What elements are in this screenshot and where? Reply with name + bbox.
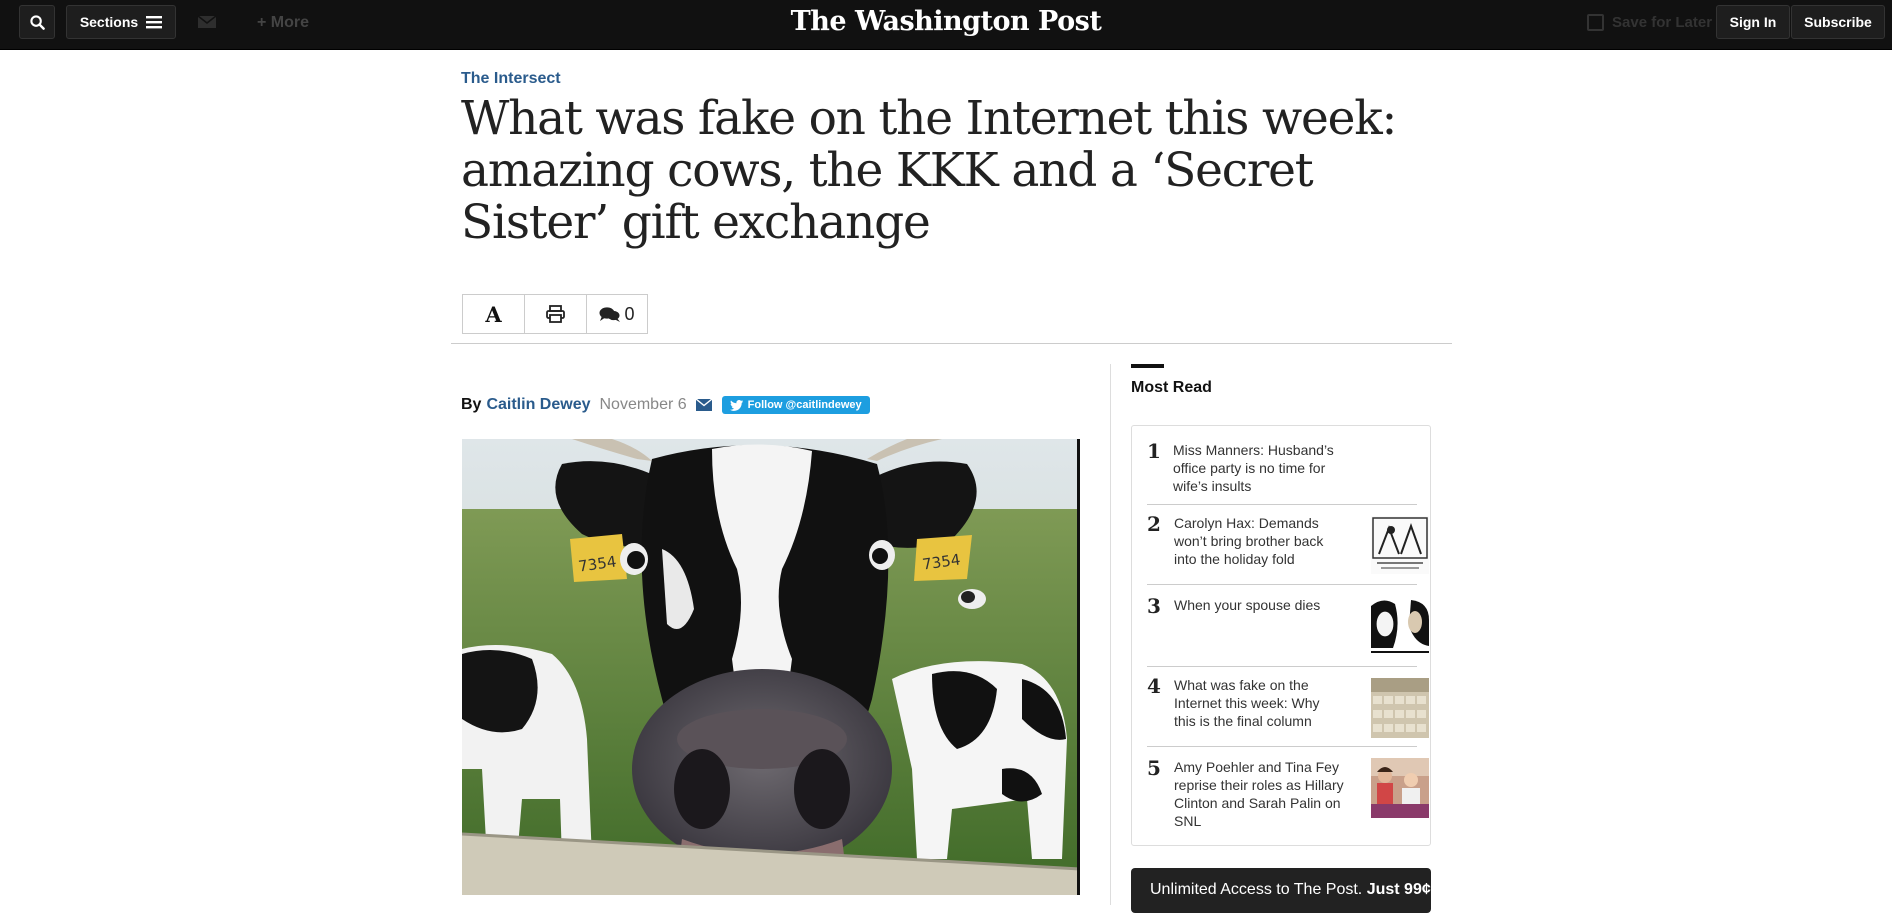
most-read-item-5[interactable]: 5 Amy Poehler and Tina Fey reprise their… bbox=[1147, 756, 1429, 838]
twitter-icon bbox=[729, 399, 743, 411]
cow-image: 7354 7354 bbox=[462, 439, 1080, 895]
print-icon bbox=[546, 305, 565, 323]
subscribe-button[interactable]: Subscribe bbox=[1791, 5, 1885, 39]
save-for-later-label: Save for Later bbox=[1612, 14, 1713, 31]
most-read-accent-bar bbox=[1131, 364, 1164, 368]
article-tools: A 0 bbox=[462, 294, 648, 334]
most-read-rank: 3 bbox=[1147, 594, 1161, 618]
list-separator bbox=[1147, 746, 1417, 747]
thumbnail-empty-seats[interactable] bbox=[1371, 678, 1429, 738]
twitter-follow-label: Follow @caitlindewey bbox=[747, 399, 862, 411]
most-read-rank: 5 bbox=[1147, 756, 1161, 780]
most-read-rank: 2 bbox=[1147, 512, 1161, 536]
most-read-rank: 4 bbox=[1147, 674, 1161, 698]
most-read-headline[interactable]: Carolyn Hax: Demands won’t bring brother… bbox=[1174, 514, 1344, 568]
sign-in-button[interactable]: Sign In bbox=[1716, 5, 1790, 39]
promo-price: Just 99¢ bbox=[1366, 881, 1431, 898]
email-author-icon[interactable] bbox=[695, 399, 712, 411]
print-button[interactable] bbox=[525, 295, 587, 333]
section-kicker[interactable]: The Intersect bbox=[461, 70, 561, 88]
thumbnail-snl-photo[interactable] bbox=[1371, 758, 1429, 818]
lead-photo-cow[interactable]: 7354 7354 bbox=[462, 439, 1080, 895]
most-read-headline[interactable]: What was fake on the Internet this week:… bbox=[1174, 676, 1344, 730]
comments-icon bbox=[599, 306, 621, 322]
most-read-item-4[interactable]: 4 What was fake on the Internet this wee… bbox=[1147, 674, 1429, 746]
most-read-headline[interactable]: When your spouse dies bbox=[1174, 596, 1344, 614]
most-read-headline[interactable]: Miss Manners: Husband’s office party is … bbox=[1173, 441, 1348, 495]
most-read-rank: 1 bbox=[1147, 439, 1161, 463]
save-for-later[interactable]: Save for Later bbox=[1587, 14, 1712, 31]
thumbnail-illustration[interactable] bbox=[1371, 596, 1429, 656]
comment-count: 0 bbox=[624, 303, 635, 324]
sidebar-divider bbox=[1110, 364, 1111, 905]
promo-text: Unlimited Access to The Post. bbox=[1150, 881, 1363, 898]
most-read-title: Most Read bbox=[1131, 379, 1212, 396]
comments-button[interactable]: 0 bbox=[587, 295, 647, 333]
article-headline: What was fake on the Internet this week:… bbox=[461, 91, 1397, 250]
list-separator bbox=[1147, 584, 1417, 585]
twitter-follow-button[interactable]: Follow @caitlindewey bbox=[721, 396, 870, 414]
thumbnail-comic[interactable] bbox=[1371, 516, 1429, 574]
divider bbox=[451, 343, 1452, 344]
font-size-button[interactable]: A bbox=[463, 295, 525, 333]
list-separator bbox=[1147, 666, 1417, 667]
font-size-icon: A bbox=[485, 301, 502, 327]
byline: By Caitlin Dewey November 6 Follow @cait… bbox=[461, 396, 870, 414]
most-read-item-3[interactable]: 3 When your spouse dies bbox=[1147, 594, 1429, 666]
list-separator bbox=[1147, 504, 1417, 505]
subscription-promo[interactable]: Unlimited Access to The Post. Just 99¢ bbox=[1131, 868, 1431, 913]
most-read-item-2[interactable]: 2 Carolyn Hax: Demands won’t bring broth… bbox=[1147, 512, 1429, 584]
publish-date: November 6 bbox=[599, 396, 687, 413]
author-link[interactable]: Caitlin Dewey bbox=[486, 396, 590, 414]
byline-prefix: By bbox=[461, 396, 482, 413]
checkbox-icon bbox=[1587, 14, 1604, 31]
top-navigation-bar: Sections + More The Washington Post Save… bbox=[0, 0, 1892, 50]
most-read-item-1[interactable]: 1 Miss Manners: Husband’s office party i… bbox=[1147, 439, 1417, 503]
most-read-headline[interactable]: Amy Poehler and Tina Fey reprise their r… bbox=[1174, 758, 1344, 830]
most-read-list: 1 Miss Manners: Husband’s office party i… bbox=[1131, 425, 1431, 846]
